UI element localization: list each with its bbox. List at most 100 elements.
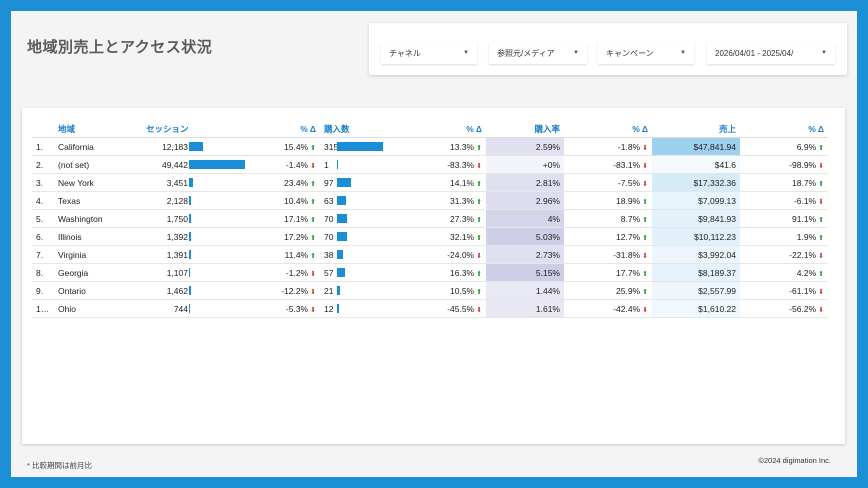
purchases-value: 70	[324, 231, 334, 242]
purchase-rate-delta-header[interactable]: % Δ	[564, 120, 652, 138]
purchases-value: 63	[324, 195, 334, 206]
revenue-delta-cell-value: 6.9%	[796, 141, 817, 152]
table-row[interactable]: 7. Virginia 1,391 11.4% ⬆ 38 -24.0% ⬇ 2.73% -31.8…	[32, 245, 828, 264]
channel-filter-label: チャネル	[389, 48, 421, 58]
purchase-rate-header[interactable]: 購入率	[486, 120, 564, 138]
arrow-down-icon: ⬇	[818, 288, 824, 296]
revenue-cell: $17,332.36	[652, 173, 740, 192]
chevron-down-icon: ▼	[680, 50, 686, 56]
arrow-up-icon: ⬆	[476, 144, 482, 152]
revenue-delta-cell-value: 18.7%	[792, 177, 817, 188]
purchases-value: 12	[324, 303, 334, 314]
purchases-delta-cell-value: 31.3%	[450, 195, 475, 206]
revenue-delta-header[interactable]: % Δ	[740, 120, 828, 138]
sessions-bar	[189, 214, 191, 223]
purchase-rate-delta-cell: -42.4% ⬇	[564, 299, 652, 318]
row-index: 9.	[32, 281, 54, 300]
sessions-value: 12,183	[162, 141, 188, 152]
purchases-bar-cell: 315	[324, 142, 412, 152]
purchases-delta-cell: -45.5% ⬇	[416, 299, 486, 318]
arrow-up-icon: ⬆	[310, 216, 316, 224]
sessions-delta-cell: -12.2% ⬇	[252, 281, 320, 300]
sessions-bar-cell: 1,750	[146, 214, 248, 224]
arrow-down-icon: ⬇	[818, 198, 824, 206]
arrow-up-icon: ⬆	[818, 144, 824, 152]
index-header	[32, 120, 54, 138]
purchase-rate-delta-cell-value: 8.7%	[620, 213, 641, 224]
sessions-bar	[189, 178, 193, 187]
table-row[interactable]: 4. Texas 2,128 10.4% ⬆ 63 31.3% ⬆ 2.96% 18.9% ⬆ $7,…	[32, 191, 828, 210]
purchases-delta-header[interactable]: % Δ	[416, 120, 486, 138]
sessions-cell: 3,451	[142, 173, 252, 192]
purchases-value: 1	[324, 159, 329, 170]
revenue-delta-cell-value: -98.9%	[789, 159, 817, 170]
purchases-bar	[337, 304, 339, 313]
sessions-cell: 1,462	[142, 281, 252, 300]
arrow-up-icon: ⬆	[310, 144, 316, 152]
campaign-filter[interactable]: キャンペーン ▼	[598, 42, 694, 64]
revenue-delta-cell: 1.9% ⬆	[740, 227, 828, 246]
sessions-delta-cell-value: 23.4%	[284, 177, 309, 188]
purchases-bar	[337, 178, 352, 187]
table-row[interactable]: 3. New York 3,451 23.4% ⬆ 97 14.1% ⬆ 2.81% -7.5% ⬇…	[32, 173, 828, 192]
purchase-rate-delta-cell-value: -31.8%	[613, 249, 641, 260]
sessions-delta-header[interactable]: % Δ	[252, 120, 320, 138]
chevron-down-icon: ▼	[573, 50, 579, 56]
table-row[interactable]: 9. Ontario 1,462 -12.2% ⬇ 21 10.5% ⬆ 1.44% 25.9% ⬆…	[32, 281, 828, 300]
source-medium-filter[interactable]: 参照元/メディア ▼	[489, 42, 587, 64]
purchases-cell: 38	[320, 245, 416, 264]
copyright: ©2024 digimation Inc.	[758, 456, 831, 465]
purchases-delta-cell-value: 16.3%	[450, 267, 475, 278]
purchase-rate-delta-cell: 25.9% ⬆	[564, 281, 652, 300]
revenue-delta-cell: 4.2% ⬆	[740, 263, 828, 282]
purchase-rate-delta-cell: -7.5% ⬇	[564, 173, 652, 192]
table-row[interactable]: 6. Illinois 1,392 17.2% ⬆ 70 32.1% ⬆ 5.03% 12.7% ⬆…	[32, 227, 828, 246]
sessions-cell: 1,391	[142, 245, 252, 264]
table-row[interactable]: 1… Ohio 744 -5.3% ⬇ 12 -45.5% ⬇ 1.61% -42.4% ⬇ $1,6…	[32, 299, 828, 318]
revenue-delta-cell-value: -61.1%	[789, 285, 817, 296]
arrow-up-icon: ⬆	[818, 216, 824, 224]
table-row[interactable]: 2. (not set) 49,442 -1.4% ⬇ 1 -83.3% ⬇ +0% -83.1%…	[32, 155, 828, 174]
purchases-value: 315	[324, 141, 339, 152]
arrow-up-icon: ⬆	[818, 270, 824, 278]
report-canvas: 地域別売上とアクセス状況 チャネル ▼ 参照元/メディア ▼ キャンペーン ▼ …	[11, 11, 857, 477]
channel-filter[interactable]: チャネル ▼	[381, 42, 477, 64]
region-cell: Ohio	[54, 299, 142, 318]
arrow-down-icon: ⬇	[818, 306, 824, 314]
sessions-value: 1,750	[166, 213, 188, 224]
purchases-header[interactable]: 購入数	[320, 120, 416, 138]
purchase-rate-delta-cell-value: 18.9%	[616, 195, 641, 206]
sessions-cell: 1,392	[142, 227, 252, 246]
purchases-delta-cell-value: 14.1%	[450, 177, 475, 188]
region-header[interactable]: 地域	[54, 120, 142, 138]
region-cell: Washington	[54, 209, 142, 228]
date-range-filter[interactable]: 2026/04/01 - 2025/04/ ▼	[707, 42, 835, 64]
purchases-delta-cell-value: 13.3%	[450, 141, 475, 152]
chevron-down-icon: ▼	[463, 50, 469, 56]
sessions-delta-cell-value: 17.1%	[284, 213, 309, 224]
revenue-header[interactable]: 売上	[652, 120, 740, 138]
purchases-delta-cell-value: 27.3%	[450, 213, 475, 224]
table-row[interactable]: 8. Georgia 1,107 -1.2% ⬇ 57 16.3% ⬆ 5.15% 17.7% ⬆ $…	[32, 263, 828, 282]
region-cell: (not set)	[54, 155, 142, 174]
sessions-delta-cell-value: -1.4%	[285, 159, 309, 170]
revenue-cell: $9,841.93	[652, 209, 740, 228]
purchase-rate-delta-cell-value: 12.7%	[616, 231, 641, 242]
purchase-rate-cell: 2.96%	[486, 191, 564, 210]
revenue-cell: $8,189.37	[652, 263, 740, 282]
campaign-filter-label: キャンペーン	[606, 48, 654, 58]
purchases-bar-cell: 1	[324, 160, 412, 170]
sessions-delta-cell-value: 15.4%	[284, 141, 309, 152]
table-row[interactable]: 1. California 12,183 15.4% ⬆ 315 13.3% ⬆ 2.59% -1…	[32, 137, 828, 156]
purchases-bar-cell: 57	[324, 268, 412, 278]
arrow-down-icon: ⬇	[476, 252, 482, 260]
row-index: 4.	[32, 191, 54, 210]
purchase-rate-delta-cell: -31.8% ⬇	[564, 245, 652, 264]
table-row[interactable]: 5. Washington 1,750 17.1% ⬆ 70 27.3% ⬆ 4% 8.7% ⬆ $9…	[32, 209, 828, 228]
revenue-delta-cell-value: -56.2%	[789, 303, 817, 314]
sessions-header[interactable]: セッション	[142, 120, 252, 138]
sessions-bar-cell: 744	[146, 304, 248, 314]
sessions-value: 1,462	[166, 285, 188, 296]
source-medium-filter-label: 参照元/メディア	[497, 48, 555, 58]
sessions-delta-cell: -1.4% ⬇	[252, 155, 320, 174]
